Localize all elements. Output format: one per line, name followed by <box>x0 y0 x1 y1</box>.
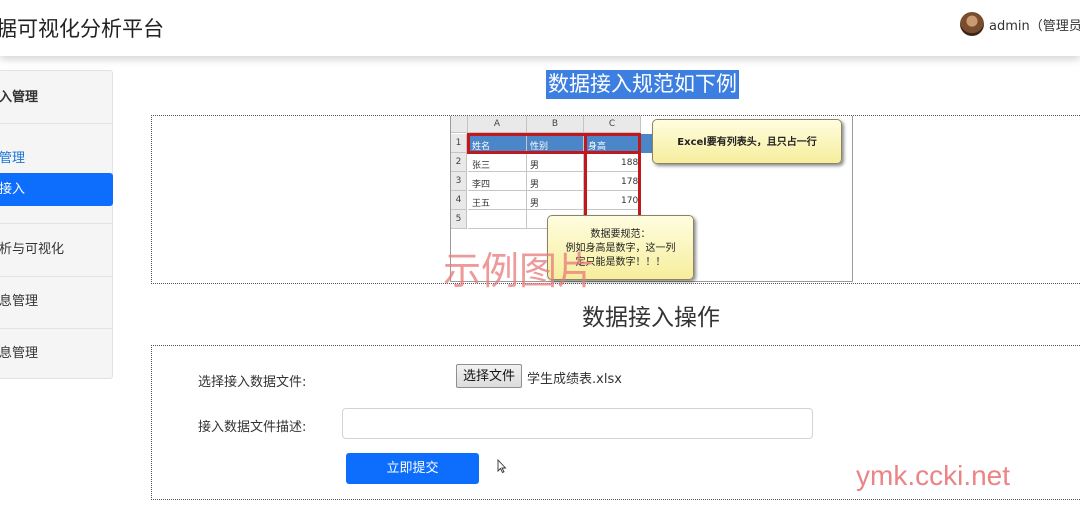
excel-col-a: A <box>468 116 527 133</box>
sidebar-group-info-1[interactable]: 息管理 <box>0 276 112 328</box>
avatar[interactable] <box>960 12 984 36</box>
excel-cell: 李四 <box>472 180 491 190</box>
callout-header-rule: Excel要有列表头，且只占一行 <box>652 119 842 164</box>
description-input[interactable] <box>342 408 813 439</box>
excel-cell: 张三 <box>472 161 491 171</box>
excel-row-2: 2 <box>451 153 467 172</box>
app-title: 据可视化分析平台 <box>0 17 164 41</box>
user-menu[interactable]: admin（管理员 <box>960 12 1080 36</box>
site-watermark: ymk.ccki.net <box>856 460 1011 491</box>
sidebar-group-info-2[interactable]: 息管理 <box>0 328 112 380</box>
spec-title: 数据接入规范如下例 <box>546 70 739 99</box>
excel-row-5: 5 <box>451 210 467 229</box>
excel-col-c: C <box>584 116 641 133</box>
submit-button[interactable]: 立即提交 <box>346 453 479 484</box>
sidebar-section-data-access[interactable]: 入管理 <box>0 71 112 124</box>
top-header: 据可视化分析平台 admin（管理员 <box>0 0 1080 56</box>
excel-cell: 男 <box>530 199 540 209</box>
excel-cell: 王五 <box>472 199 491 209</box>
example-watermark: 示例图片 <box>443 249 596 293</box>
sidebar-group-analysis[interactable]: 析与可视化 <box>0 224 112 276</box>
operation-title: 数据接入操作 <box>582 305 720 331</box>
choose-file-button[interactable]: 选择文件 <box>456 364 523 388</box>
excel-col-b: B <box>527 116 584 133</box>
excel-row-1: 1 <box>451 134 467 153</box>
excel-cell: 男 <box>530 161 540 171</box>
excel-row-4: 4 <box>451 191 467 210</box>
sidebar-item-access-active[interactable]: 接入 <box>0 173 113 206</box>
file-label: 选择接入数据文件: <box>198 375 307 390</box>
user-name[interactable]: admin（管理员 <box>989 15 1080 34</box>
sidebar-item-manage[interactable]: 管理 <box>0 147 112 166</box>
excel-row-3: 3 <box>451 172 467 191</box>
mouse-cursor-icon <box>497 459 507 473</box>
excel-corner <box>451 116 468 133</box>
excel-cell: 男 <box>530 180 540 190</box>
sidebar: 入管理 管理 接入 析与可视化 息管理 息管理 <box>0 70 113 379</box>
selected-file-name: 学生成绩表.xlsx <box>527 372 622 387</box>
description-label: 接入数据文件描述: <box>198 420 307 435</box>
